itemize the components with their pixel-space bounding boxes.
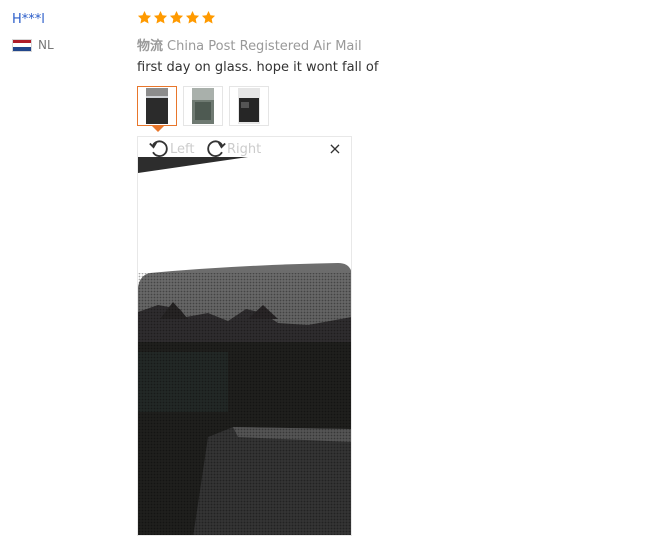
thumbnail-1[interactable] (137, 86, 177, 126)
star-rating (137, 10, 216, 25)
logistics-value: China Post Registered Air Mail (167, 39, 362, 54)
thumbnail-image (238, 88, 260, 124)
rotate-left-icon (149, 140, 168, 157)
review-photo (138, 137, 351, 535)
thumbnail-3[interactable] (229, 86, 269, 126)
rotate-right-icon (207, 140, 226, 157)
image-viewer: Left Right × (137, 136, 352, 536)
rotate-left-button[interactable]: Left (148, 138, 194, 160)
rotate-left-label: Left (170, 141, 195, 157)
star-icon (201, 10, 216, 25)
star-icon (153, 10, 168, 25)
thumbnail-2[interactable] (183, 86, 223, 126)
review-thumbnails (137, 86, 269, 126)
reviewer-country: NL (12, 38, 54, 52)
rotate-right-label: Right (227, 141, 262, 157)
thumbnail-image (192, 88, 214, 124)
logistics-info: 物流 China Post Registered Air Mail (137, 35, 362, 54)
nl-flag-icon (12, 38, 32, 52)
close-icon[interactable]: × (326, 140, 344, 158)
star-icon (169, 10, 184, 25)
review-text: first day on glass. hope it wont fall of (137, 60, 379, 75)
logistics-label: 物流 (137, 39, 164, 54)
star-icon (185, 10, 200, 25)
rotate-right-button[interactable]: Right (205, 138, 261, 160)
thumbnail-image (146, 88, 168, 124)
country-code: NL (38, 38, 54, 52)
star-icon (137, 10, 152, 25)
reviewer-name[interactable]: H***l (12, 12, 45, 27)
thumbnail-pointer (152, 126, 164, 132)
